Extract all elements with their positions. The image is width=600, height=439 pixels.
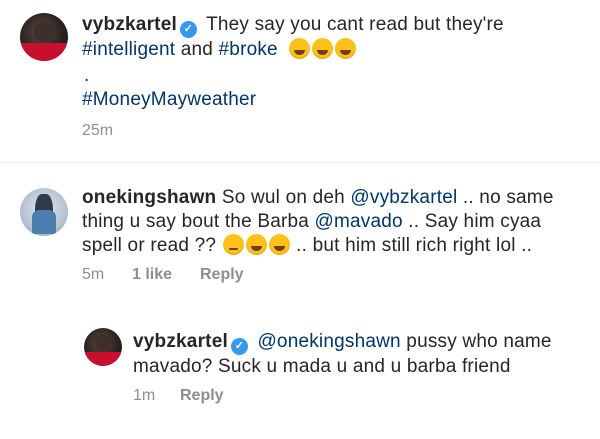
comment-reply-vybzkartel: vybzkartel ✓ @onekingshawn pussy who name… bbox=[0, 320, 600, 439]
hashtag-intelligent[interactable]: #intelligent bbox=[82, 39, 175, 60]
caption-and: and bbox=[180, 39, 214, 60]
comment-likes-link[interactable]: 1 like bbox=[132, 266, 172, 284]
post-caption: vybzkartel ✓ They say you cant read but t… bbox=[0, 0, 600, 160]
avatar-accent bbox=[84, 351, 122, 366]
post-timestamp: 25m bbox=[82, 122, 114, 139]
comment-reply-button[interactable]: Reply bbox=[200, 266, 244, 284]
mention-onekingshawn[interactable]: @onekingshawn bbox=[257, 331, 400, 352]
avatar-onekingshawn[interactable] bbox=[20, 188, 68, 236]
comment-text: onekingshawn So wul on deh @vybzkartel .… bbox=[82, 186, 582, 258]
reply-timestamp: 1m bbox=[133, 387, 156, 404]
reply-reply-button[interactable]: Reply bbox=[180, 387, 224, 405]
reply-text: vybzkartel ✓ @onekingshawn pussy who name… bbox=[133, 330, 583, 379]
avatar-image bbox=[95, 334, 111, 351]
comment-username[interactable]: onekingshawn bbox=[82, 187, 216, 208]
hashtag-broke[interactable]: #broke bbox=[219, 39, 278, 60]
hashtag-moneymayweather[interactable]: #MoneyMayweather bbox=[82, 88, 256, 112]
tears-of-joy-emoji-icon bbox=[245, 234, 267, 255]
thinking-face-emoji-icon bbox=[222, 234, 244, 255]
section-divider bbox=[0, 162, 600, 163]
rolling-on-floor-laughing-emoji-icon bbox=[289, 38, 311, 59]
comment-body-part: So wul on deh bbox=[221, 187, 345, 208]
tears-of-joy-emoji-icon bbox=[268, 234, 290, 255]
post-username[interactable]: vybzkartel bbox=[82, 14, 177, 35]
comment-body-part: .. but him still rich right lol .. bbox=[296, 235, 533, 256]
avatar-accent bbox=[20, 42, 68, 61]
mention-vybzkartel[interactable]: @vybzkartel bbox=[350, 187, 457, 208]
verified-badge-icon: ✓ bbox=[179, 21, 197, 38]
mention-mavado[interactable]: @mavado bbox=[315, 211, 403, 232]
avatar-image bbox=[34, 21, 54, 42]
verified-badge-icon: ✓ bbox=[230, 338, 248, 355]
avatar-vybzkartel[interactable] bbox=[20, 13, 68, 61]
comment-timestamp: 5m bbox=[82, 266, 105, 283]
avatar-vybzkartel[interactable] bbox=[84, 328, 122, 366]
comment-onekingshawn: onekingshawn So wul on deh @vybzkartel .… bbox=[0, 170, 600, 300]
caption-text: vybzkartel ✓ They say you cant read but t… bbox=[82, 13, 582, 62]
reply-username[interactable]: vybzkartel bbox=[133, 331, 228, 352]
avatar-accent bbox=[32, 209, 56, 234]
caption-dot: . bbox=[84, 65, 90, 86]
tears-of-joy-emoji-icon bbox=[335, 38, 357, 59]
rolling-on-floor-laughing-emoji-icon bbox=[312, 38, 334, 59]
caption-body: They say you cant read but they're bbox=[206, 14, 504, 35]
